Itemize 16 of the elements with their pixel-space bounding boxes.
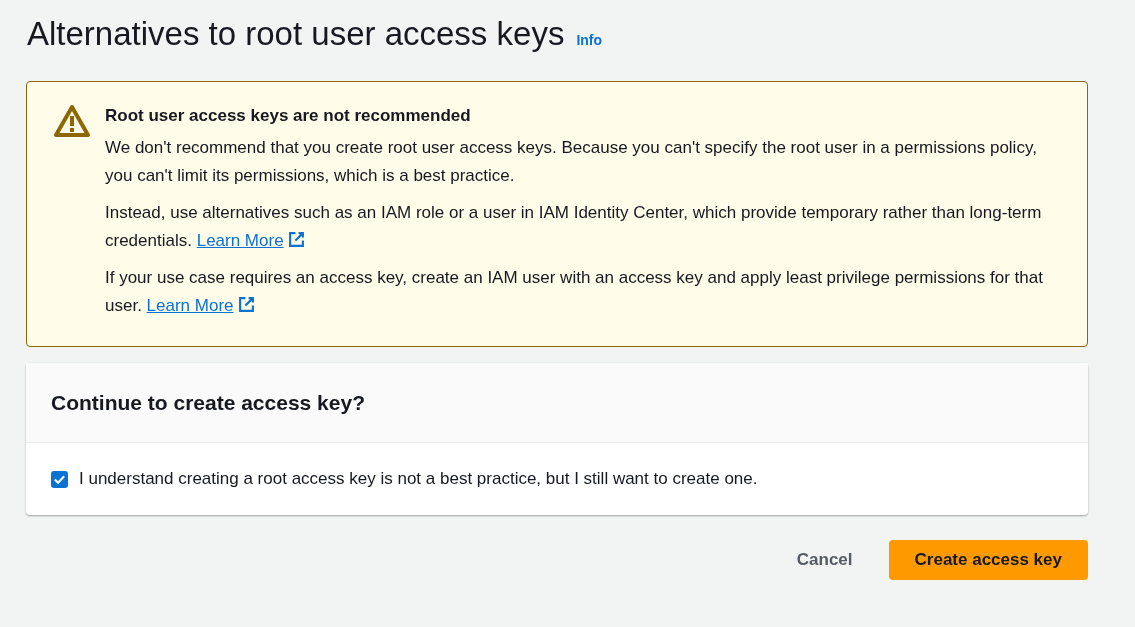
alert-paragraph: If your use case requires an access key, create an IAM user with an access key and apply least privilege permissions for that user. Learn More bbox=[105, 267, 1044, 317]
page-title: Alternatives to root user access keys bbox=[27, 14, 565, 54]
panel-title: Continue to create access key? bbox=[51, 389, 365, 416]
alert-paragraph: Instead, use alternatives such as an IAM role or a user in IAM Identity Center, which provide temporary rather than long-term credentials. Learn More bbox=[105, 202, 1043, 252]
alert-title: Root user access keys are not recommended bbox=[105, 105, 472, 127]
alert-paragraph: We don't recommend that you create root user access keys. Because you can't specify the root user in a permissions policy, you can't limit its permissions, which is a best practice. bbox=[105, 137, 1038, 187]
external-link-icon bbox=[237, 296, 255, 313]
create-access-key-button[interactable]: Create access key bbox=[888, 540, 1088, 580]
info-link[interactable]: Info bbox=[576, 30, 603, 51]
checkbox-label: I understand creating a root access key is not a best practice, but I still want to create one. bbox=[79, 468, 758, 491]
checkbox[interactable] bbox=[51, 470, 68, 488]
learn-more-link[interactable]: Learn More bbox=[146, 296, 255, 315]
warning-icon bbox=[53, 104, 91, 138]
learn-more-link[interactable]: Learn More bbox=[196, 231, 305, 250]
external-link-icon bbox=[287, 231, 305, 248]
cancel-button[interactable]: Cancel bbox=[780, 540, 869, 580]
